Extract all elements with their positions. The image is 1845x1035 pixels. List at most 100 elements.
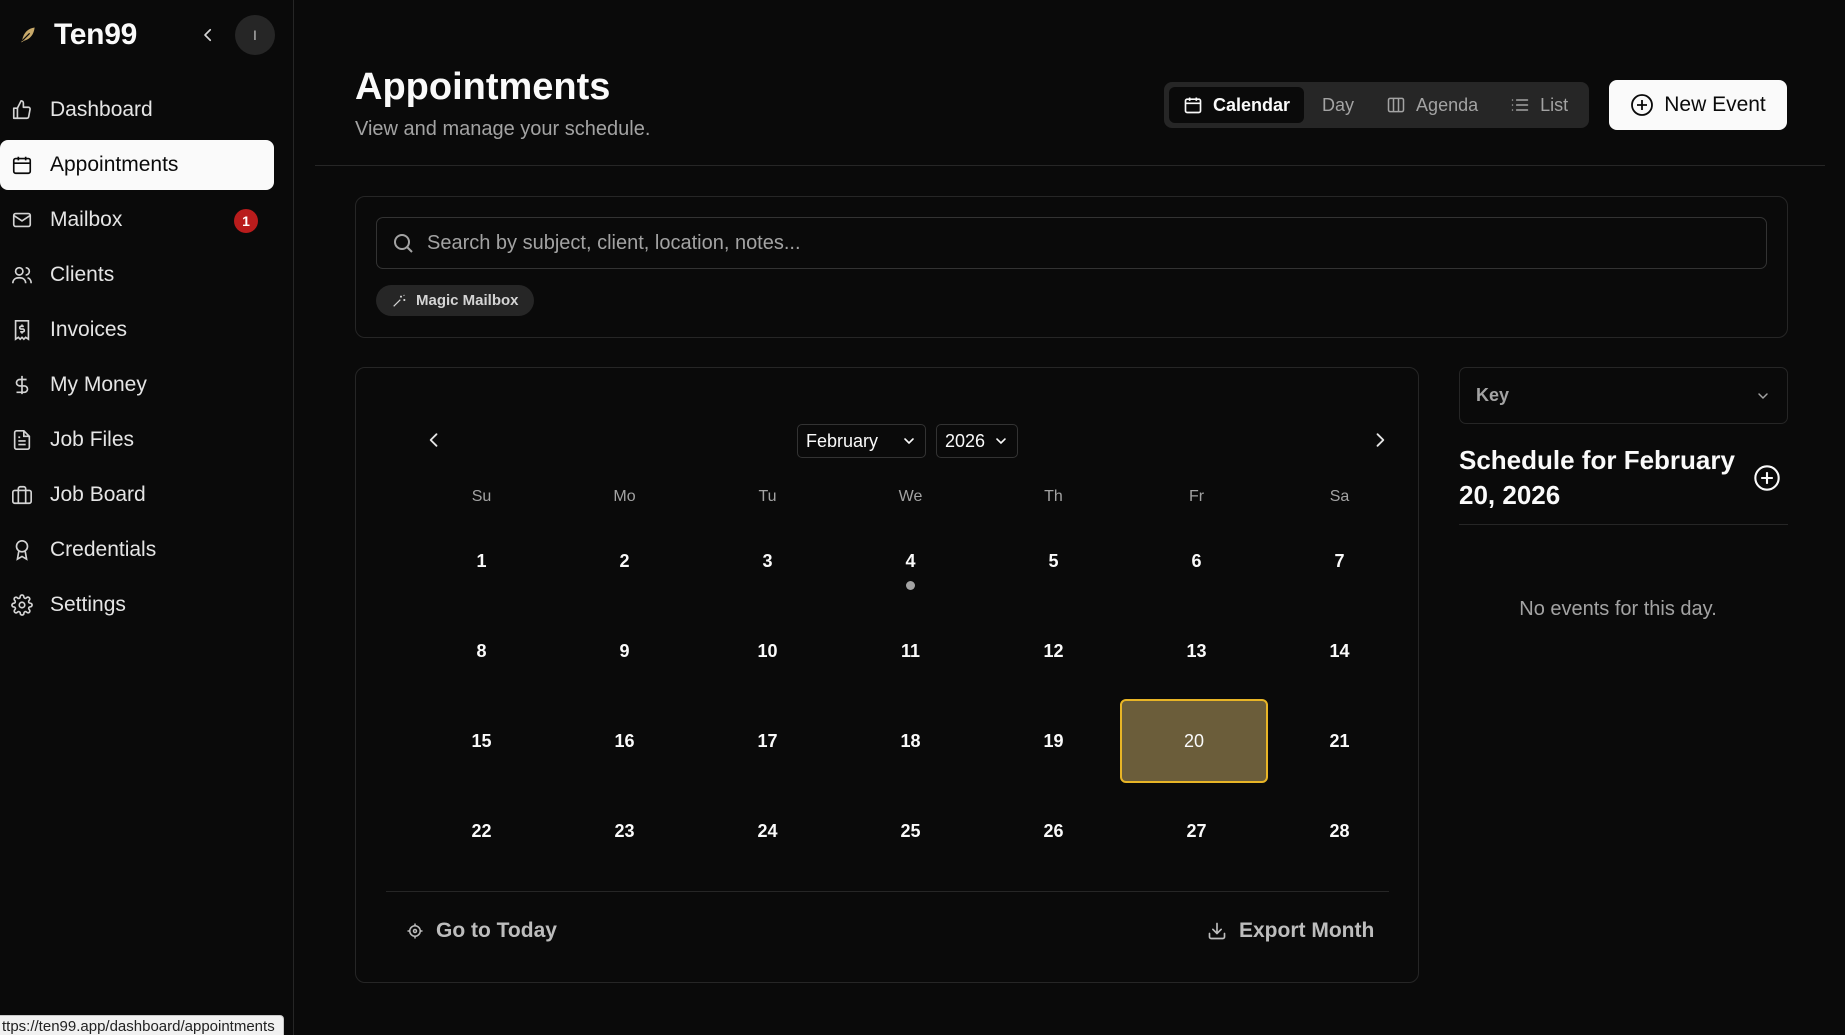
sidebar-item-credentials[interactable]: Credentials	[0, 525, 274, 575]
users-icon	[10, 263, 34, 287]
year-value: 2026	[945, 430, 986, 451]
dollar-icon	[10, 373, 34, 397]
award-icon	[10, 538, 34, 562]
avatar[interactable]: I	[235, 15, 275, 55]
calendar-day[interactable]: 25	[839, 789, 982, 873]
weekday-header: Tu	[758, 488, 777, 505]
brand[interactable]: Ten99	[16, 16, 137, 54]
file-text-icon	[10, 428, 34, 452]
sidebar-item-label: My Money	[50, 373, 147, 396]
unread-count-badge: 1	[234, 209, 258, 233]
export-month-button[interactable]: Export Month	[1207, 913, 1374, 949]
calendar-day[interactable]: 16	[553, 699, 696, 783]
view-tabs: Calendar Day Agenda List	[1164, 82, 1589, 128]
new-event-button[interactable]: New Event	[1609, 80, 1787, 130]
calendar-day[interactable]: 22	[410, 789, 553, 873]
calendar-day[interactable]: 1	[410, 519, 553, 603]
sidebar-item-label: Job Files	[50, 428, 135, 451]
weekday-header: Th	[1044, 488, 1063, 505]
mail-icon	[10, 208, 34, 232]
export-month-label: Export Month	[1239, 919, 1375, 942]
tab-label: Agenda	[1416, 94, 1479, 115]
sidebar-item-dashboard[interactable]: Dashboard	[0, 85, 274, 135]
sidebar-item-label: Job Board	[50, 483, 146, 506]
tab-list[interactable]: List	[1496, 87, 1582, 123]
tab-day[interactable]: Day	[1308, 87, 1368, 123]
calendar-day[interactable]: 12	[982, 609, 1125, 693]
brand-name: Ten99	[54, 18, 137, 51]
calendar-day-selected[interactable]: 20	[1120, 699, 1268, 783]
calendar-day[interactable]: 4	[839, 519, 982, 603]
crosshair-icon	[407, 923, 423, 939]
event-indicator-dot	[906, 581, 915, 590]
calendar-day[interactable]: 15	[410, 699, 553, 783]
sidebar-item-label: Settings	[50, 593, 126, 616]
chevron-down-icon	[1758, 392, 1768, 399]
calendar-day[interactable]: 8	[410, 609, 553, 693]
calendar-day[interactable]: 11	[839, 609, 982, 693]
magic-mailbox-filter-chip[interactable]: Magic Mailbox	[376, 285, 534, 316]
chevron-left-icon	[429, 433, 438, 447]
go-to-today-label: Go to Today	[436, 919, 557, 942]
search-input[interactable]	[427, 231, 1727, 255]
calendar-day[interactable]: 26	[982, 789, 1125, 873]
search-box	[376, 217, 1767, 269]
chevron-left-icon	[204, 28, 212, 42]
sidebar-item-label: Clients	[50, 263, 115, 286]
calendar-day[interactable]: 6	[1125, 519, 1268, 603]
gear-icon	[10, 593, 34, 617]
wand-icon	[393, 294, 406, 307]
chevron-down-icon	[996, 438, 1006, 445]
key-dropdown[interactable]: Key	[1459, 367, 1788, 424]
calendar-day[interactable]: 3	[696, 519, 839, 603]
calendar-day[interactable]: 18	[839, 699, 982, 783]
calendar-icon	[10, 153, 34, 177]
calendar-day[interactable]: 7	[1268, 519, 1411, 603]
tab-agenda[interactable]: Agenda	[1372, 87, 1492, 123]
plus-circle-icon	[1754, 465, 1780, 491]
add-event-for-day-button[interactable]	[1752, 463, 1782, 493]
tab-calendar[interactable]: Calendar	[1169, 87, 1305, 123]
sidebar-item-job-files[interactable]: Job Files	[0, 415, 274, 465]
calendar-day[interactable]: 21	[1268, 699, 1411, 783]
sidebar-item-invoices[interactable]: Invoices	[0, 305, 274, 355]
calendar-day[interactable]: 19	[982, 699, 1125, 783]
month-value: February	[806, 430, 879, 451]
tab-label: Calendar	[1213, 94, 1291, 115]
calendar-day[interactable]: 23	[553, 789, 696, 873]
sidebar-item-job-board[interactable]: Job Board	[0, 470, 274, 520]
go-to-today-button[interactable]: Go to Today	[406, 913, 557, 949]
new-event-label: New Event	[1664, 93, 1766, 116]
calendar-day[interactable]: 13	[1125, 609, 1268, 693]
calendar-day[interactable]: 17	[696, 699, 839, 783]
search-card: Magic Mailbox	[355, 196, 1788, 338]
schedule-divider	[1459, 524, 1788, 525]
year-select[interactable]: 2026	[936, 424, 1018, 458]
empty-schedule-message: No events for this day.	[1519, 598, 1717, 620]
sidebar-item-appointments[interactable]: Appointments	[0, 140, 274, 190]
status-url: ttps://ten99.app/dashboard/appointments	[0, 1015, 284, 1035]
previous-month-button[interactable]	[420, 426, 448, 454]
calendar-day[interactable]: 9	[553, 609, 696, 693]
calendar-day[interactable]: 14	[1268, 609, 1411, 693]
calendar-day[interactable]: 27	[1125, 789, 1268, 873]
sidebar-item-mailbox[interactable]: Mailbox 1	[0, 195, 274, 245]
chevron-right-icon	[1376, 433, 1385, 447]
calendar-day[interactable]: 2	[553, 519, 696, 603]
search-icon	[394, 234, 413, 253]
calendar-day[interactable]: 5	[982, 519, 1125, 603]
sidebar-item-settings[interactable]: Settings	[0, 580, 274, 630]
sidebar-item-clients[interactable]: Clients	[0, 250, 274, 300]
collapse-sidebar-button[interactable]	[196, 22, 220, 48]
sidebar-item-my-money[interactable]: My Money	[0, 360, 274, 410]
list-icon	[1511, 99, 1529, 111]
sidebar-item-label: Mailbox	[50, 208, 123, 231]
calendar-day[interactable]: 28	[1268, 789, 1411, 873]
key-label: Key	[1476, 385, 1510, 405]
month-select[interactable]: February	[797, 424, 926, 458]
calendar-day[interactable]: 24	[696, 789, 839, 873]
next-month-button[interactable]	[1366, 426, 1394, 454]
download-icon	[1208, 922, 1226, 940]
columns-icon	[1387, 97, 1405, 113]
calendar-day[interactable]: 10	[696, 609, 839, 693]
